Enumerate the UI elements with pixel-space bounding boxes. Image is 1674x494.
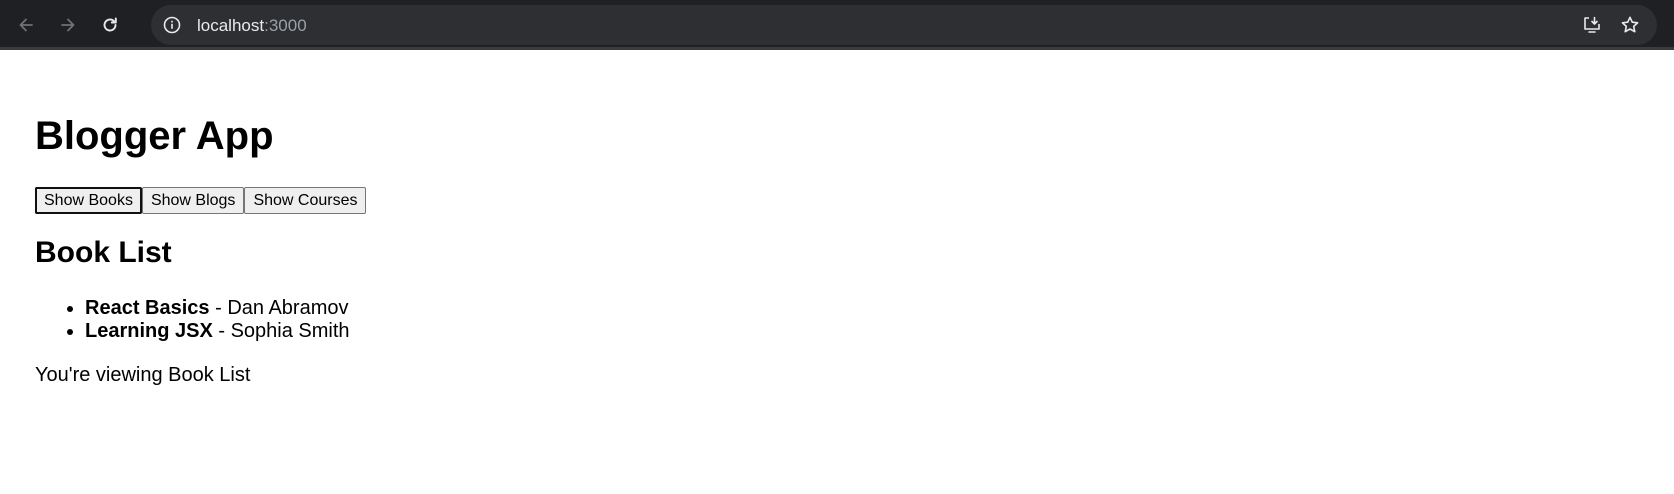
install-app-button[interactable] xyxy=(1578,11,1606,39)
bookmark-button[interactable] xyxy=(1616,11,1644,39)
info-icon xyxy=(163,16,181,34)
url-host: localhost xyxy=(197,16,265,35)
section-title: Book List xyxy=(35,236,172,269)
address-bar[interactable]: localhost:3000 xyxy=(151,5,1657,45)
app-title: Blogger App xyxy=(35,114,274,158)
status-text: You're viewing Book List xyxy=(35,364,251,386)
book-list: React Basics - Dan Abramov Learning JSX … xyxy=(35,297,350,343)
book-title: Learning JSX xyxy=(85,320,213,342)
star-icon xyxy=(1621,16,1639,33)
url-text[interactable]: localhost:3000 xyxy=(197,16,307,36)
book-separator: - xyxy=(209,297,228,319)
reload-icon xyxy=(103,17,117,32)
show-courses-button[interactable]: Show Courses xyxy=(244,187,367,214)
view-buttons: Show Books Show Blogs Show Courses xyxy=(35,187,367,214)
show-books-button[interactable]: Show Books xyxy=(35,187,142,214)
book-separator: - xyxy=(212,320,231,342)
list-item: Learning JSX - Sophia Smith xyxy=(85,320,350,343)
url-port: :3000 xyxy=(264,16,307,35)
install-app-icon xyxy=(1584,16,1600,33)
show-blogs-button[interactable]: Show Blogs xyxy=(141,187,245,214)
site-info-button[interactable] xyxy=(162,15,182,35)
reload-button[interactable] xyxy=(94,9,126,41)
browser-toolbar: localhost:3000 xyxy=(0,0,1674,50)
list-item: React Basics - Dan Abramov xyxy=(85,297,350,320)
forward-button[interactable] xyxy=(52,9,84,41)
book-author: Sophia Smith xyxy=(230,320,350,342)
book-title: React Basics xyxy=(85,297,210,319)
back-button[interactable] xyxy=(10,9,42,41)
book-author: Dan Abramov xyxy=(227,297,349,319)
arrow-right-icon xyxy=(61,18,75,32)
page-content: Blogger App Show Books Show Blogs Show C… xyxy=(0,53,1674,494)
arrow-left-icon xyxy=(19,18,33,32)
